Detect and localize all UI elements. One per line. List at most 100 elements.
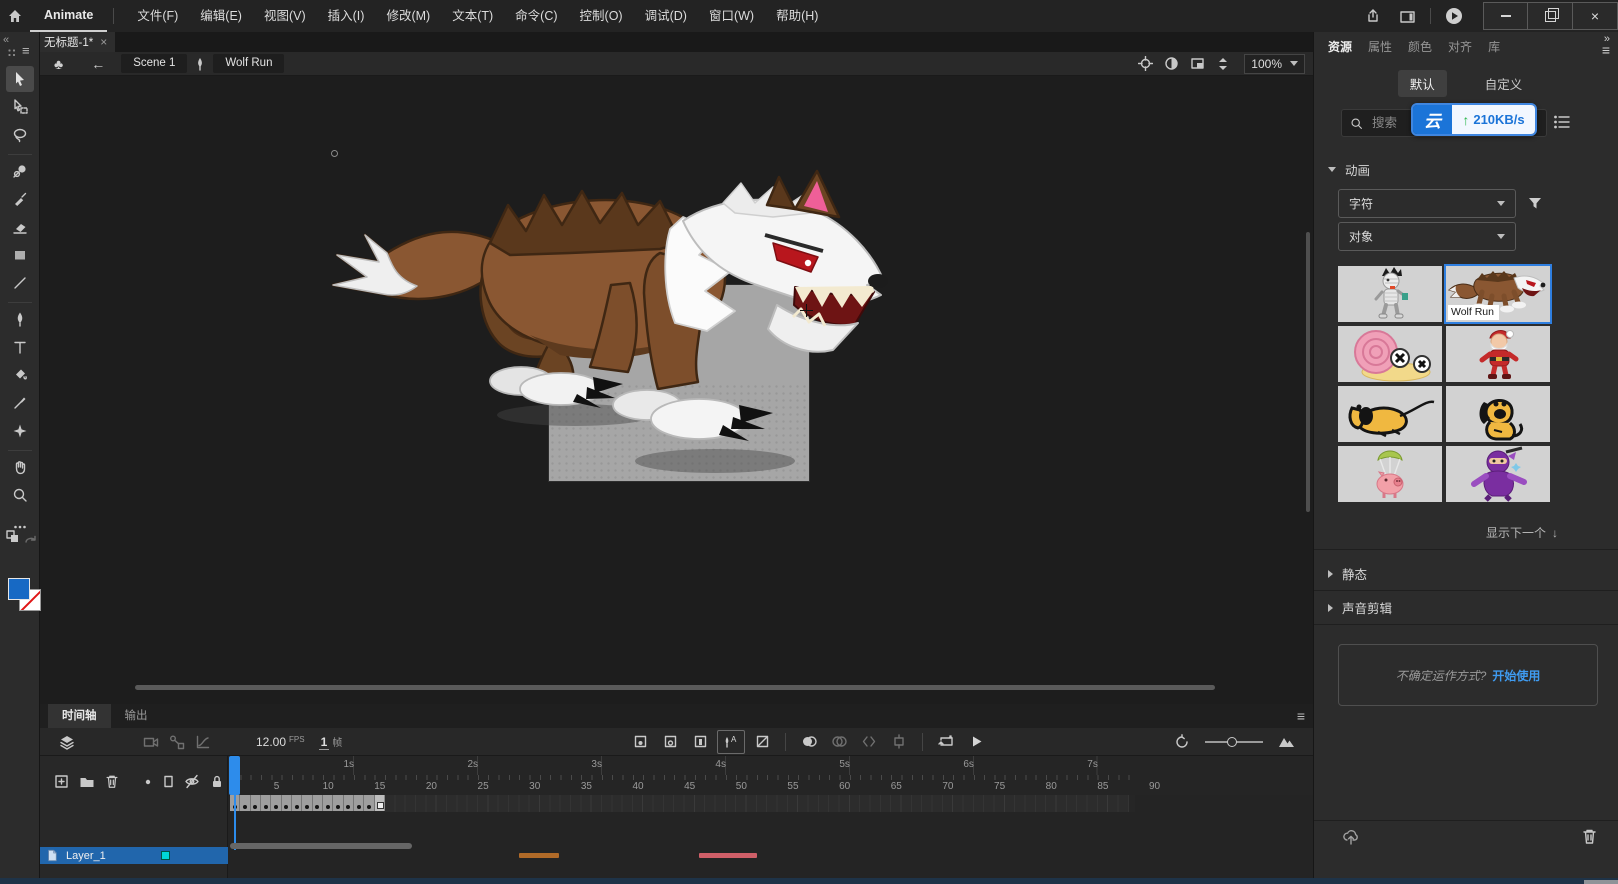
keyframe-cell-5[interactable] bbox=[271, 795, 281, 811]
play-button[interactable] bbox=[963, 731, 989, 753]
net-speed-widget[interactable]: 云 ↑ 210KB/s bbox=[1411, 103, 1537, 136]
fps-value[interactable]: 12.00 bbox=[256, 735, 286, 749]
tool-text[interactable] bbox=[6, 334, 34, 360]
canvas-vertical-scrollbar[interactable] bbox=[1306, 232, 1310, 512]
zoom-level-select[interactable]: 100% bbox=[1244, 54, 1305, 74]
menu-item-0[interactable]: 文件(F) bbox=[126, 0, 189, 32]
character-filter-dropdown[interactable]: 字符 bbox=[1338, 189, 1516, 218]
tab-default[interactable]: 默认 bbox=[1398, 70, 1447, 97]
stage-canvas-area[interactable] bbox=[40, 76, 1313, 704]
zoom-stepper[interactable] bbox=[1210, 56, 1236, 72]
tool-asset-warp[interactable] bbox=[6, 418, 34, 444]
new-folder-button[interactable] bbox=[79, 775, 95, 789]
show-hide-layers-toggle[interactable] bbox=[184, 774, 200, 789]
section-animation[interactable]: 动画 bbox=[1328, 160, 1370, 179]
keyframe-cell-6[interactable] bbox=[282, 795, 292, 811]
keyframe-cell-13[interactable] bbox=[354, 795, 364, 811]
tool-rectangle[interactable] bbox=[6, 242, 34, 268]
center-stage-button[interactable] bbox=[1132, 56, 1158, 71]
section-static[interactable]: 静态 bbox=[1328, 564, 1367, 583]
layer-name[interactable]: Layer_1 bbox=[66, 850, 106, 862]
layer-view-button[interactable] bbox=[54, 731, 80, 753]
keyframe-cell-12[interactable] bbox=[344, 795, 354, 811]
minimize-button[interactable] bbox=[1483, 2, 1528, 30]
end-frame-cell[interactable] bbox=[375, 795, 385, 811]
restore-button[interactable] bbox=[1528, 2, 1573, 30]
panel-tab-4[interactable]: 库 bbox=[1488, 38, 1500, 55]
tool-subselection[interactable] bbox=[6, 94, 34, 120]
outline-view-toggle[interactable] bbox=[163, 775, 174, 788]
insert-keyframe-button[interactable] bbox=[627, 731, 653, 753]
tool-fluid-brush[interactable] bbox=[6, 158, 34, 184]
keyframe-cell-2[interactable] bbox=[240, 795, 250, 811]
menu-item-4[interactable]: 修改(M) bbox=[375, 0, 441, 32]
wolf-run-artwork[interactable] bbox=[325, 165, 905, 515]
back-arrow-button[interactable]: ← bbox=[91, 56, 105, 72]
thumbnail-pig-parachute[interactable] bbox=[1338, 446, 1442, 502]
onion-skin-outlines-button[interactable] bbox=[826, 731, 852, 753]
graph-editor-button[interactable] bbox=[190, 731, 216, 753]
insert-blank-keyframe-button[interactable] bbox=[657, 731, 683, 753]
onion-skin-button[interactable] bbox=[796, 731, 822, 753]
layer-outline-color-swatch[interactable] bbox=[161, 851, 170, 860]
panel-tab-2[interactable]: 颜色 bbox=[1408, 38, 1432, 55]
thumbnail-wolf-run[interactable]: Wolf Run bbox=[1446, 266, 1550, 322]
swap-colors-button[interactable] bbox=[6, 530, 19, 543]
loop-button[interactable] bbox=[933, 731, 959, 753]
filter-button[interactable] bbox=[1527, 195, 1543, 211]
workspace-button[interactable] bbox=[1390, 3, 1424, 29]
auto-keyframe-button[interactable]: A bbox=[717, 730, 745, 754]
document-tab-close-icon[interactable]: × bbox=[100, 35, 107, 49]
keyframe-cell-10[interactable] bbox=[323, 795, 333, 811]
thumbnail-dog-lying[interactable] bbox=[1338, 386, 1442, 442]
current-frame-control[interactable]: 1 帧 bbox=[319, 734, 343, 750]
panel-tab-0[interactable]: 资源 bbox=[1328, 38, 1352, 55]
panel-menu-button[interactable]: ≡ bbox=[1602, 45, 1610, 56]
toolbar-menu-button[interactable]: ≡ bbox=[22, 43, 30, 58]
thumbnail-ninja[interactable] bbox=[1446, 446, 1550, 502]
tool-classic-brush[interactable] bbox=[6, 186, 34, 212]
tool-selection[interactable] bbox=[6, 66, 34, 92]
thumbnail-dog-sitting[interactable] bbox=[1446, 386, 1550, 442]
frame-rate-control[interactable]: 12.00 FPS bbox=[256, 735, 305, 749]
panel-tab-3[interactable]: 对齐 bbox=[1448, 38, 1472, 55]
breadcrumb-scene[interactable]: Scene 1 bbox=[121, 54, 187, 73]
layer-row-layer-1[interactable]: Layer_1 bbox=[40, 847, 228, 864]
list-view-button[interactable] bbox=[1553, 114, 1573, 132]
clip-content-button[interactable] bbox=[1184, 56, 1210, 71]
tool-lasso[interactable] bbox=[6, 122, 34, 148]
frame-view-button[interactable] bbox=[1273, 731, 1299, 753]
app-title[interactable]: Animate bbox=[30, 0, 107, 32]
get-started-link[interactable]: 开始使用 bbox=[1492, 667, 1540, 684]
quick-share-button[interactable] bbox=[1437, 3, 1471, 29]
tool-paint-bucket[interactable] bbox=[6, 362, 34, 388]
collapse-panel-button[interactable]: « bbox=[3, 34, 9, 46]
show-next-button[interactable]: 显示下一个 ↓ bbox=[1486, 524, 1558, 541]
lock-layers-toggle[interactable] bbox=[210, 774, 224, 789]
highlight-layers-toggle[interactable] bbox=[143, 777, 153, 787]
timeline-panel-menu-button[interactable]: ≡ bbox=[1297, 708, 1305, 724]
timeline-horizontal-scrollbar[interactable] bbox=[230, 843, 412, 849]
breadcrumb-symbol[interactable]: Wolf Run bbox=[213, 54, 284, 73]
menu-item-6[interactable]: 命令(C) bbox=[504, 0, 568, 32]
camera-button[interactable] bbox=[138, 731, 164, 753]
keyframe-cell-11[interactable] bbox=[333, 795, 343, 811]
fill-color-swatch[interactable] bbox=[8, 578, 30, 600]
timeline-tab-0[interactable]: 时间轴 bbox=[48, 704, 111, 728]
panel-tab-1[interactable]: 属性 bbox=[1368, 38, 1392, 55]
menu-item-9[interactable]: 窗口(W) bbox=[698, 0, 765, 32]
menu-item-10[interactable]: 帮助(H) bbox=[765, 0, 829, 32]
slider-knob[interactable] bbox=[1227, 737, 1237, 747]
menu-item-5[interactable]: 文本(T) bbox=[441, 0, 504, 32]
keyframe-cell-3[interactable] bbox=[251, 795, 261, 811]
drag-handle-icon[interactable] bbox=[8, 49, 16, 57]
menu-item-1[interactable]: 编辑(E) bbox=[189, 0, 253, 32]
delete-layer-button[interactable] bbox=[105, 774, 119, 789]
menu-item-2[interactable]: 视图(V) bbox=[253, 0, 317, 32]
tool-zoom[interactable] bbox=[6, 482, 34, 508]
thumbnail-snail[interactable] bbox=[1338, 326, 1442, 382]
canvas-horizontal-scrollbar[interactable] bbox=[135, 685, 1215, 690]
insert-frame-button[interactable] bbox=[687, 731, 713, 753]
rotation-button[interactable] bbox=[1158, 56, 1184, 71]
edit-multiple-frames-button[interactable] bbox=[856, 731, 882, 753]
